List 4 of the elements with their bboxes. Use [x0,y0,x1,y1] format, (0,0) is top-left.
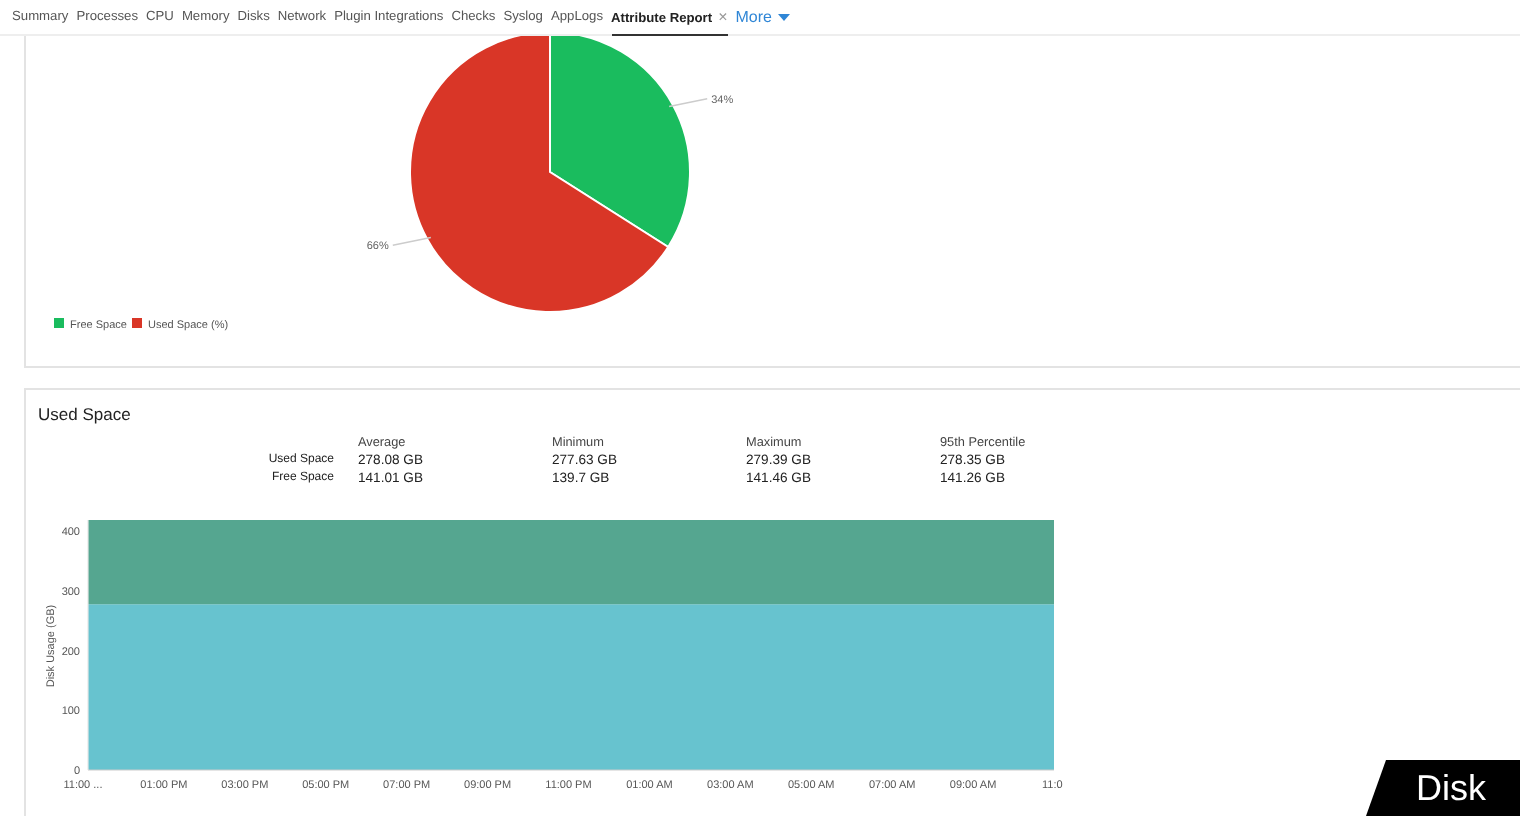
more-menu[interactable]: More [735,8,790,26]
panel-title: Used Space [36,402,133,428]
caption-label: Disk [1366,760,1520,816]
caret-icon [777,13,790,21]
